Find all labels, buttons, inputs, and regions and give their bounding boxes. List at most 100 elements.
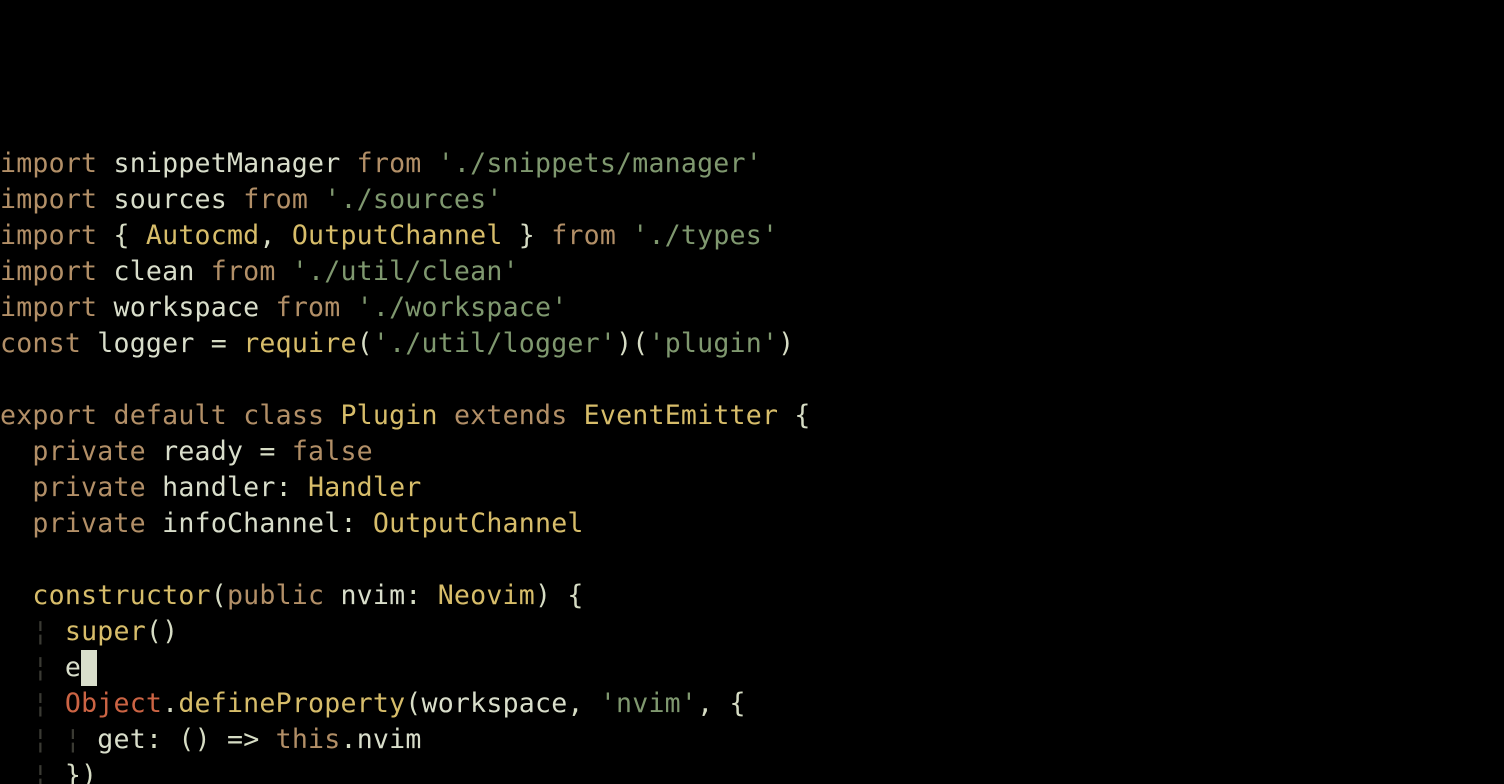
code-line[interactable]: import { Autocmd, OutputChannel } from '…: [0, 218, 1504, 254]
code-token-punct: =: [195, 328, 244, 359]
code-token-punct: [97, 148, 113, 179]
code-token-fn: super: [65, 616, 146, 647]
code-line[interactable]: import workspace from './workspace': [0, 290, 1504, 326]
code-token-ident: e: [65, 652, 81, 683]
code-line[interactable]: import sources from './sources': [0, 182, 1504, 218]
code-token-punct: [146, 436, 162, 467]
code-token-str: './sources': [324, 184, 502, 215]
code-token-punct: ,: [259, 220, 291, 251]
code-token-punct: {: [97, 220, 146, 251]
code-token-punct: ): [778, 328, 794, 359]
code-token-punct: (: [211, 580, 227, 611]
code-token-punct: }): [49, 760, 98, 784]
code-token-type: Handler: [308, 472, 421, 503]
code-token-punct: [49, 652, 65, 683]
code-token-punct: [97, 400, 113, 431]
code-token-ident: nvim: [357, 724, 422, 755]
code-token-punct: [97, 184, 113, 215]
code-token-kw: from: [357, 148, 422, 179]
code-token-punct: :: [405, 580, 437, 611]
code-token-indent: ¦: [32, 688, 48, 719]
code-token-punct: [340, 148, 356, 179]
code-token-punct: [438, 400, 454, 431]
code-token-kw: private: [32, 436, 145, 467]
code-token-indent: ¦: [65, 724, 81, 755]
code-token-punct: , {: [697, 688, 746, 719]
code-editor[interactable]: import snippetManager from './snippets/m…: [0, 146, 1504, 784]
code-token-punct: [81, 724, 97, 755]
code-token-punct: [49, 688, 65, 719]
code-line[interactable]: ¦ super(): [0, 614, 1504, 650]
code-token-kw: const: [0, 328, 81, 359]
code-token-str: './util/clean': [292, 256, 519, 287]
code-token-indent: ¦: [32, 724, 48, 755]
code-token-str: './workspace': [357, 292, 568, 323]
code-token-fn: defineProperty: [178, 688, 405, 719]
code-token-type: OutputChannel: [373, 508, 584, 539]
code-line[interactable]: ¦ ¦ get: () => this.nvim: [0, 722, 1504, 758]
code-token-kw: import: [0, 148, 97, 179]
code-token-punct: }: [503, 220, 552, 251]
code-line[interactable]: private infoChannel: OutputChannel: [0, 506, 1504, 542]
code-token-kw: from: [243, 184, 308, 215]
code-token-punct: [49, 724, 65, 755]
code-line[interactable]: [0, 542, 1504, 578]
code-line[interactable]: import snippetManager from './snippets/m…: [0, 146, 1504, 182]
code-token-punct: (: [357, 328, 373, 359]
code-token-punct: [227, 184, 243, 215]
code-token-ident: get: [97, 724, 146, 755]
code-token-punct: [227, 400, 243, 431]
code-token-punct: [97, 292, 113, 323]
code-line[interactable]: ¦ }): [0, 758, 1504, 784]
code-token-kw: private: [32, 472, 145, 503]
code-token-punct: [259, 292, 275, 323]
code-token-ident: nvim: [340, 580, 405, 611]
code-line[interactable]: private ready = false: [0, 434, 1504, 470]
code-token-punct: : () =>: [146, 724, 276, 755]
code-token-kw: import: [0, 220, 97, 251]
code-token-ident: sources: [113, 184, 226, 215]
code-token-punct: [146, 472, 162, 503]
code-token-ident: snippetManager: [113, 148, 340, 179]
code-line[interactable]: import clean from './util/clean': [0, 254, 1504, 290]
code-token-punct: [340, 292, 356, 323]
code-line[interactable]: ¦ Object.defineProperty(workspace, 'nvim…: [0, 686, 1504, 722]
code-token-punct: [0, 760, 32, 784]
code-token-punct: .: [162, 688, 178, 719]
code-token-type: Autocmd: [146, 220, 259, 251]
code-token-punct: [146, 508, 162, 539]
code-token-cursor: [81, 650, 96, 686]
code-token-kw: from: [276, 292, 341, 323]
code-token-kw: public: [227, 580, 324, 611]
code-token-punct: :: [276, 472, 308, 503]
code-token-kw: import: [0, 292, 97, 323]
code-token-kw: export: [0, 400, 97, 431]
code-line[interactable]: constructor(public nvim: Neovim) {: [0, 578, 1504, 614]
code-token-ident: workspace: [422, 688, 568, 719]
code-token-punct: [324, 580, 340, 611]
code-token-punct: [0, 616, 32, 647]
code-token-type: Plugin: [340, 400, 437, 431]
code-token-punct: [0, 508, 32, 539]
code-token-kw: default: [113, 400, 226, 431]
code-token-punct: :: [340, 508, 372, 539]
code-line[interactable]: export default class Plugin extends Even…: [0, 398, 1504, 434]
code-token-type: OutputChannel: [292, 220, 503, 251]
code-token-punct: [195, 256, 211, 287]
code-token-kw: import: [0, 256, 97, 287]
code-token-obj: Object: [65, 688, 162, 719]
code-token-kw: class: [243, 400, 324, 431]
code-token-kw: this: [276, 724, 341, 755]
code-token-punct: [0, 688, 32, 719]
code-token-str: 'plugin': [648, 328, 778, 359]
code-line[interactable]: private handler: Handler: [0, 470, 1504, 506]
code-line[interactable]: ¦ e: [0, 650, 1504, 686]
code-line[interactable]: [0, 362, 1504, 398]
code-token-ident: handler: [162, 472, 275, 503]
code-token-str: './snippets/manager': [438, 148, 762, 179]
code-line[interactable]: const logger = require('./util/logger')(…: [0, 326, 1504, 362]
code-token-punct: [567, 400, 583, 431]
code-token-kw: from: [551, 220, 616, 251]
code-token-type: Neovim: [438, 580, 535, 611]
code-token-indent: ¦: [32, 760, 48, 784]
